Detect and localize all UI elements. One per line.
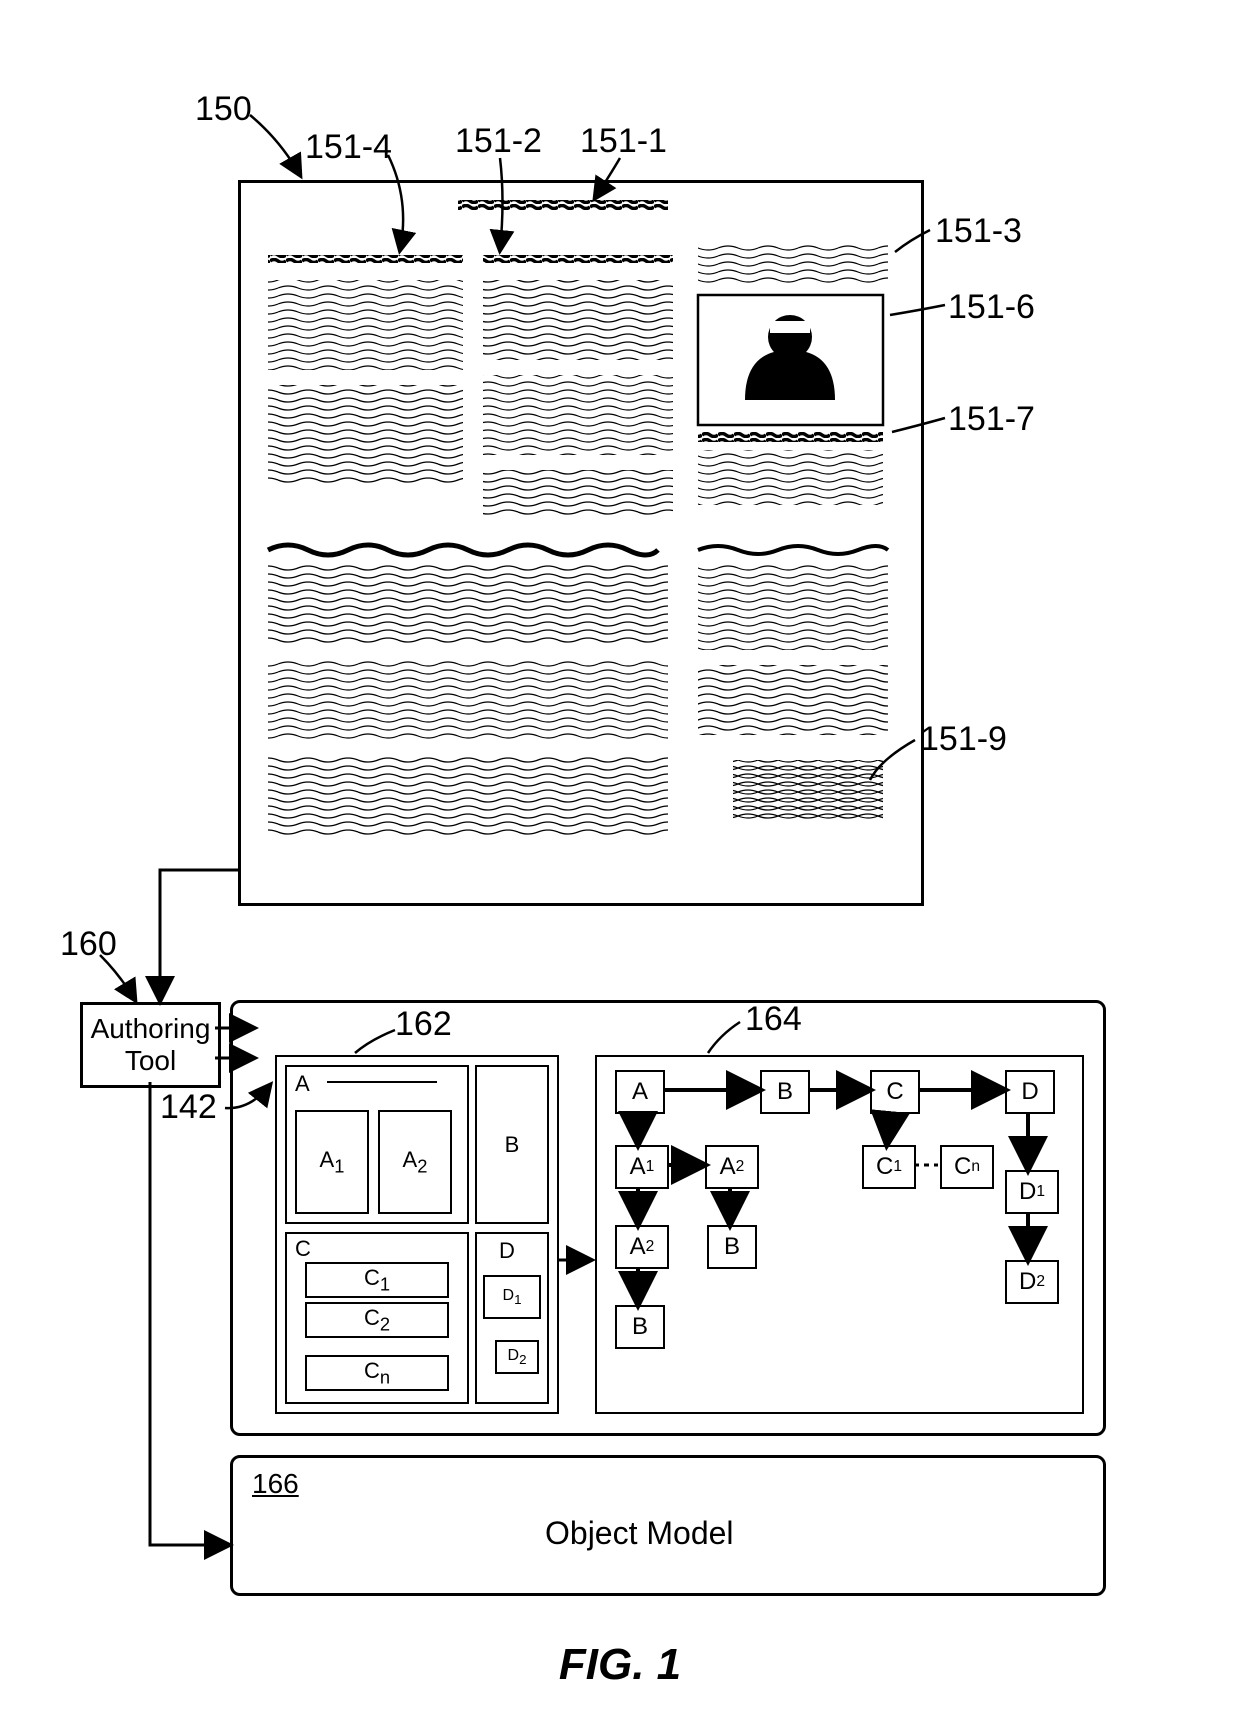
figure-canvas: 150 151-4 151-2 151-1 151-3 151-6 151-7 … <box>0 0 1240 1724</box>
layout-D1-label: D1 <box>503 1287 522 1307</box>
document-content-svg <box>238 180 918 900</box>
layout-C2-label: C2 <box>364 1305 390 1335</box>
layout-D2: D2 <box>495 1340 539 1374</box>
layout-A1: A1 <box>295 1110 369 1214</box>
layout-D2-label: D2 <box>508 1347 527 1367</box>
layout-B: B <box>475 1065 549 1224</box>
g-Bbot: B <box>615 1305 665 1349</box>
g-D2: D2 <box>1005 1260 1059 1304</box>
layout-A-rule <box>327 1081 437 1083</box>
object-model-label: Object Model <box>545 1515 734 1552</box>
layout-D1: D1 <box>483 1275 541 1319</box>
callout-162: 162 <box>395 1005 452 1044</box>
g-A: A <box>615 1070 665 1114</box>
g-Bmid: B <box>707 1225 757 1269</box>
g-C1: C1 <box>862 1145 916 1189</box>
g-D: D <box>1005 1070 1055 1114</box>
g-Cn: Cn <box>940 1145 994 1189</box>
layout-A2-label: A2 <box>403 1147 428 1177</box>
callout-151-9: 151-9 <box>920 720 1007 759</box>
g-Btop: B <box>760 1070 810 1114</box>
authoring-tool-box: Authoring Tool <box>80 1002 221 1088</box>
callout-151-4: 151-4 <box>305 128 392 167</box>
layout-D-label: D <box>499 1238 515 1264</box>
figure-label: FIG. 1 <box>0 1640 1240 1690</box>
callout-151-1: 151-1 <box>580 122 667 161</box>
callout-151-7: 151-7 <box>948 400 1035 439</box>
g-C: C <box>870 1070 920 1114</box>
layout-Cn: Cn <box>305 1355 449 1391</box>
layout-C1: C1 <box>305 1262 449 1298</box>
callout-151-3: 151-3 <box>935 212 1022 251</box>
callout-150: 150 <box>195 90 252 129</box>
layout-B-label: B <box>505 1132 520 1158</box>
layout-A1-label: A1 <box>320 1147 345 1177</box>
layout-Cn-label: Cn <box>364 1358 390 1388</box>
callout-160: 160 <box>60 925 117 964</box>
g-A1: A1 <box>615 1145 669 1189</box>
callout-142: 142 <box>160 1088 217 1127</box>
g-D1: D1 <box>1005 1170 1059 1214</box>
g-A2b: A2 <box>615 1225 669 1269</box>
callout-164: 164 <box>745 1000 802 1039</box>
callout-151-2: 151-2 <box>455 122 542 161</box>
layout-A-label: A <box>295 1071 310 1097</box>
callout-151-6: 151-6 <box>948 288 1035 327</box>
layout-C1-label: C1 <box>364 1265 390 1295</box>
layout-C2: C2 <box>305 1302 449 1338</box>
g-A2r: A2 <box>705 1145 759 1189</box>
layout-C-label: C <box>295 1236 311 1262</box>
layout-A2: A2 <box>378 1110 452 1214</box>
callout-166: 166 <box>252 1468 299 1500</box>
